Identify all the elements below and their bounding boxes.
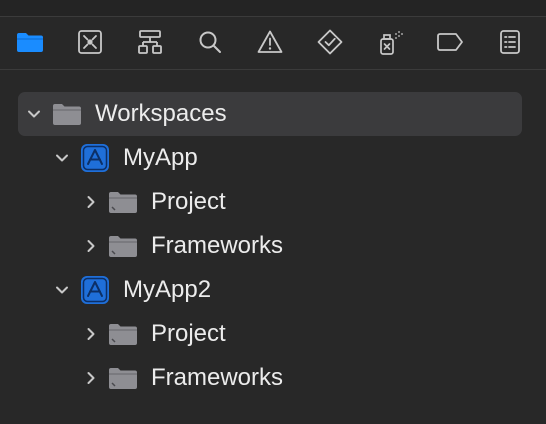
tree-row-project[interactable]: Project	[18, 312, 522, 356]
navigator-toolbar	[0, 17, 546, 70]
search-icon	[199, 31, 221, 53]
breakpoint-icon	[437, 33, 463, 51]
find-navigator-button[interactable]	[195, 27, 225, 57]
chevron-right-icon[interactable]	[83, 326, 99, 342]
tree-row-label: MyApp	[123, 144, 198, 171]
chevron-down-icon[interactable]	[54, 282, 70, 298]
folder-icon	[109, 324, 137, 345]
chevron-right-icon[interactable]	[83, 194, 99, 210]
tree-row-workspaces[interactable]: Workspaces	[18, 92, 522, 136]
tree-row-label: Workspaces	[95, 100, 227, 127]
breakpoint-navigator-button[interactable]	[435, 27, 465, 57]
source-control-icon	[78, 30, 102, 54]
debug-navigator-button[interactable]	[375, 27, 405, 57]
folder-icon	[53, 104, 81, 125]
debug-spray-icon	[380, 31, 403, 55]
pane-top-strip	[0, 0, 546, 17]
chevron-down-icon[interactable]	[26, 106, 42, 122]
test-diamond-icon	[317, 29, 343, 55]
tree-row-frameworks[interactable]: Frameworks	[18, 224, 522, 268]
report-list-icon	[500, 30, 520, 54]
tree-row-label: Project	[151, 188, 226, 215]
report-navigator-button[interactable]	[495, 27, 525, 57]
tree-row-label: Frameworks	[151, 232, 284, 259]
source-control-navigator-button[interactable]	[75, 27, 105, 57]
symbol-navigator-button[interactable]	[135, 27, 165, 57]
project-navigator-button[interactable]	[15, 27, 45, 57]
tree-row-frameworks[interactable]: Frameworks	[18, 356, 522, 400]
test-navigator-button[interactable]	[315, 27, 345, 57]
chevron-right-icon[interactable]	[83, 370, 99, 386]
tree-row-project[interactable]: Project	[18, 180, 522, 224]
folder-icon	[17, 33, 43, 52]
folder-icon	[109, 368, 137, 389]
warning-icon	[257, 30, 283, 53]
app-store-project-icon	[81, 144, 109, 172]
project-tree: Workspaces MyApp Project Frameworks MyAp…	[0, 70, 546, 424]
hierarchy-icon	[138, 30, 162, 54]
chevron-right-icon[interactable]	[83, 238, 99, 254]
folder-icon	[109, 236, 137, 257]
folder-icon	[109, 192, 137, 213]
tree-row-myapp2[interactable]: MyApp2	[18, 268, 522, 312]
tree-row-label: Project	[151, 320, 226, 347]
issue-navigator-button[interactable]	[255, 27, 285, 57]
tree-row-label: Frameworks	[151, 364, 284, 391]
app-store-project-icon	[81, 276, 109, 304]
project-navigator-pane: Workspaces MyApp Project Frameworks MyAp…	[0, 0, 546, 424]
tree-row-label: MyApp2	[123, 276, 212, 303]
chevron-down-icon[interactable]	[54, 150, 70, 166]
tree-row-myapp[interactable]: MyApp	[18, 136, 522, 180]
